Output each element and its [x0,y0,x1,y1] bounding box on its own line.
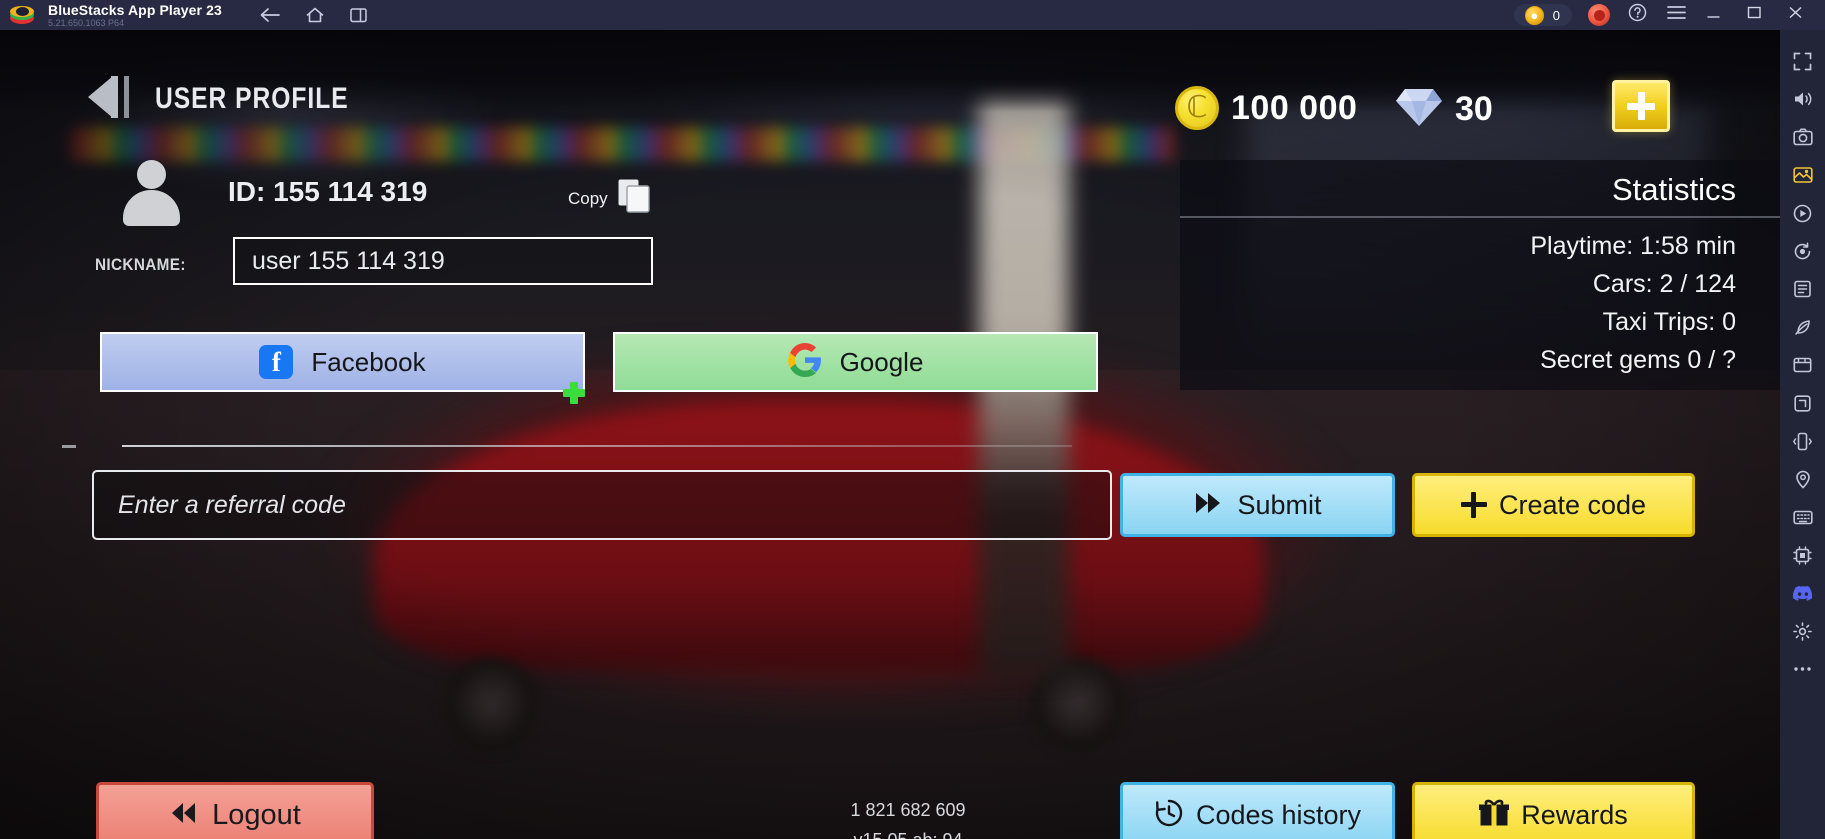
create-code-label: Create code [1498,489,1647,520]
rewards-button[interactable]: Rewards [1412,782,1695,839]
bluestacks-points-pill[interactable]: ● 0 [1513,4,1572,26]
double-chevron-right-icon [1193,489,1225,522]
coin-value: 100 000 [1231,88,1358,127]
bluestacks-sidebar [1780,30,1825,839]
plus-icon [1460,492,1487,518]
account-number: 1 821 682 609 [850,800,966,820]
more-icon[interactable] [1780,650,1825,688]
submit-label: Submit [1237,489,1322,520]
rotate-icon[interactable] [1780,384,1825,422]
build-version: v15.05 ab: 94 [808,826,1008,839]
bluestacks-coin-icon: ● [1524,5,1544,25]
multi-instance-icon[interactable] [350,7,367,23]
game-background [0,30,1780,839]
volume-icon[interactable] [1780,80,1825,118]
version-info: 1 821 682 609 v15.05 ab: 94 [808,796,1008,839]
codes-history-label: Codes history [1195,799,1362,830]
nickname-label: NICKNAME: [95,255,186,274]
discord-icon[interactable] [1780,574,1825,612]
window-controls [1706,6,1803,24]
codes-history-button[interactable]: Codes history [1120,782,1395,839]
referral-placeholder: Enter a referral code [118,490,346,519]
window-title-block: BlueStacks App Player 23 5.21.650.1063 P… [48,3,222,28]
keymapping-icon[interactable] [1780,498,1825,536]
eco-mode-icon[interactable] [1780,308,1825,346]
minimize-button[interactable] [1706,6,1721,24]
bluestacks-logo-icon [10,5,34,25]
facebook-login-button[interactable]: f Facebook [100,332,585,392]
game-viewport[interactable]: USER PROFILE ℂ 100 000 30 NICKNAME: ID: … [0,30,1780,839]
mouse-cursor-indicator [563,382,585,404]
trim-memory-icon[interactable] [1780,536,1825,574]
rewards-label: Rewards [1521,799,1628,830]
screenshot-icon[interactable] [1780,118,1825,156]
user-avatar-icon [115,160,187,226]
stat-row-secret-gems: Secret gems 0 / ? [1540,346,1736,374]
stat-row-cars: Cars: 2 / 124 [1592,270,1736,298]
user-account-icon[interactable] [1588,4,1610,26]
settings-icon[interactable] [1780,612,1825,650]
google-icon [787,342,822,382]
window-titlebar: BlueStacks App Player 23 5.21.650.1063 P… [0,0,1825,30]
shake-icon[interactable] [1780,422,1825,460]
back-icon[interactable] [260,7,280,23]
statistics-divider [1180,216,1780,218]
points-value: 0 [1552,7,1560,23]
help-icon[interactable] [1628,3,1647,27]
fullscreen-icon[interactable] [1780,42,1825,80]
statistics-title: Statistics [1611,172,1736,207]
copy-label: Copy [568,188,608,208]
logout-button[interactable]: Logout [96,782,374,839]
gem-balance[interactable]: 30 [1395,86,1493,133]
stat-row-taxi-trips: Taxi Trips: 0 [1602,308,1736,336]
copy-icon [617,178,651,219]
nickname-input[interactable]: user 155 114 319 [233,237,653,285]
script-icon[interactable] [1780,270,1825,308]
gem-value: 30 [1455,90,1493,128]
clock-history-icon [1154,798,1184,833]
facebook-icon: f [259,345,294,379]
google-login-button[interactable]: Google [613,332,1098,392]
location-icon[interactable] [1780,460,1825,498]
home-icon[interactable] [306,7,324,23]
hamburger-menu-icon[interactable] [1667,5,1686,25]
user-id-text: ID: 155 114 319 [228,176,428,207]
add-currency-button[interactable] [1612,80,1670,132]
google-label: Google [839,346,924,377]
titlebar-nav-group [260,7,367,23]
macro-recorder-icon[interactable] [1780,232,1825,270]
copy-id-button[interactable]: Copy [568,178,651,219]
camera-icon[interactable] [1780,346,1825,384]
nickname-value: user 155 114 319 [252,246,445,275]
facebook-label: Facebook [311,346,426,377]
create-code-button[interactable]: Create code [1412,473,1695,537]
statistics-panel: Statistics Playtime: 1:58 min Cars: 2 / … [1180,160,1780,390]
media-manager-icon[interactable] [1780,156,1825,194]
coin-balance[interactable]: ℂ 100 000 [1175,86,1357,130]
referral-code-input[interactable]: Enter a referral code [92,470,1112,540]
section-divider [62,445,1072,448]
app-name: BlueStacks App Player 23 [48,1,222,18]
submit-button[interactable]: Submit [1120,473,1395,537]
logout-label: Logout [212,798,301,831]
record-screen-icon[interactable] [1780,194,1825,232]
close-button[interactable] [1788,6,1803,24]
gem-icon [1395,86,1443,133]
back-arrow-icon [88,76,113,118]
maximize-button[interactable] [1747,6,1762,24]
app-version: 5.21.650.1063 P64 [48,17,125,28]
stat-row-playtime: Playtime: 1:58 min [1530,232,1736,260]
double-chevron-left-icon [169,800,199,831]
page-title: USER PROFILE [155,82,349,115]
gift-icon [1479,799,1510,832]
coin-icon: ℂ [1175,86,1219,130]
back-button[interactable] [88,76,129,118]
